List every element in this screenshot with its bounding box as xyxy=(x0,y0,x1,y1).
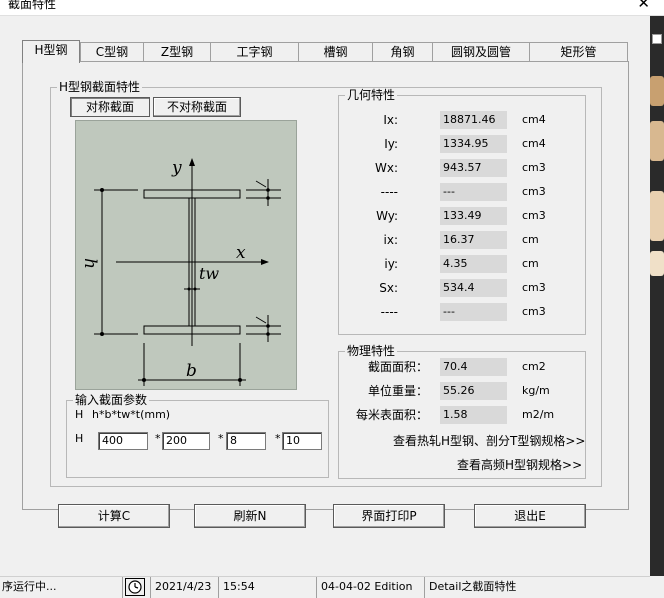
geometry-unit: cm3 xyxy=(522,185,546,198)
geometry-label: Wx: xyxy=(374,161,398,175)
physical-label: 单位重量： xyxy=(367,384,428,398)
physical-legend: 物理特性 xyxy=(345,344,398,358)
geometry-unit: cm3 xyxy=(522,209,546,222)
h-section-drawing: y x h tw b xyxy=(75,120,297,390)
separator: * xyxy=(155,432,161,445)
height-input[interactable]: 400 xyxy=(98,432,148,450)
input-hint: h*b*tw*t(mm) xyxy=(92,408,171,421)
geometry-label: ---- xyxy=(380,185,398,199)
background-image xyxy=(650,191,664,241)
geometry-value: 18871.46 xyxy=(440,111,507,129)
physical-value: 1.58 xyxy=(440,406,507,424)
checkbox-icon xyxy=(652,34,662,44)
title-bar: 截面特性 ✕ xyxy=(0,0,664,16)
clock-icon xyxy=(122,577,150,598)
status-module: Detail之截面特性 xyxy=(424,577,650,598)
b-label: b xyxy=(186,361,197,381)
physical-label: 每米表面积： xyxy=(355,408,428,422)
status-running: 序运行中... xyxy=(2,580,57,593)
input-hint-prefix: H xyxy=(75,408,84,421)
tab-channel[interactable]: 槽钢 xyxy=(298,42,372,62)
status-date: 2021/4/23 xyxy=(150,577,218,598)
tab-bar: H型钢 C型钢 Z型钢 工字钢 槽钢 角钢 圆钢及圆管 矩形管 xyxy=(22,40,628,63)
physical-unit: cm2 xyxy=(522,360,546,373)
asymmetric-section-button[interactable]: 不对称截面 xyxy=(153,97,241,117)
tab-c-steel[interactable]: C型钢 xyxy=(80,42,143,62)
geometry-unit: cm4 xyxy=(522,137,546,150)
status-bar: 序运行中... 2021/4/23 15:54 04-04-02 Edition… xyxy=(0,576,650,598)
physical-unit: kg/m xyxy=(522,384,550,397)
close-icon[interactable]: ✕ xyxy=(637,0,650,12)
exit-button[interactable]: 退出E xyxy=(474,504,586,528)
geometry-label: Iy: xyxy=(384,137,398,151)
y-axis-label: y xyxy=(171,158,182,178)
background-image xyxy=(650,121,664,161)
tab-h-steel[interactable]: H型钢 xyxy=(22,40,80,63)
geometry-unit: cm3 xyxy=(522,281,546,294)
geometry-value: 16.37 xyxy=(440,231,507,249)
geometry-label: Ix: xyxy=(383,113,398,127)
geometry-unit: cm3 xyxy=(522,161,546,174)
background-image xyxy=(650,251,664,276)
physical-label: 截面面积： xyxy=(367,360,428,374)
h-label: h xyxy=(80,258,100,269)
geometry-unit: cm xyxy=(522,233,539,246)
separator: * xyxy=(218,432,224,445)
section-legend: H型钢截面特性 xyxy=(57,80,143,94)
physical-value: 70.4 xyxy=(440,358,507,376)
physical-value: 55.26 xyxy=(440,382,507,400)
geometry-value: 1334.95 xyxy=(440,135,507,153)
status-time: 15:54 xyxy=(218,577,316,598)
separator: * xyxy=(275,432,281,445)
physical-unit: m2/m xyxy=(522,408,555,421)
tab-i-beam[interactable]: 工字钢 xyxy=(210,42,298,62)
geometry-label: ix: xyxy=(383,233,398,247)
calculate-button[interactable]: 计算C xyxy=(58,504,170,528)
geometry-unit: cm3 xyxy=(522,305,546,318)
hot-rolled-spec-link[interactable]: 查看热轧H型钢、剖分T型钢规格>> xyxy=(393,432,585,449)
geometry-value: 4.35 xyxy=(440,255,507,273)
geometry-value: 133.49 xyxy=(440,207,507,225)
input-row-prefix: H xyxy=(75,432,84,445)
web-thickness-input[interactable]: 8 xyxy=(226,432,266,450)
geometry-value: 943.57 xyxy=(440,159,507,177)
geometry-label: iy: xyxy=(384,257,398,271)
print-button[interactable]: 界面打印P xyxy=(333,504,445,528)
window-title: 截面特性 xyxy=(8,0,57,11)
tab-rect-tube[interactable]: 矩形管 xyxy=(529,42,628,62)
geometry-value: --- xyxy=(440,183,507,201)
geometry-value: --- xyxy=(440,303,507,321)
background-window-strip xyxy=(650,16,664,576)
geometry-value: 534.4 xyxy=(440,279,507,297)
geometry-unit: cm xyxy=(522,257,539,270)
background-image xyxy=(650,76,664,106)
status-edition: 04-04-02 Edition xyxy=(316,577,424,598)
geometry-label: ---- xyxy=(380,305,398,319)
width-input[interactable]: 200 xyxy=(162,432,210,450)
tab-z-steel[interactable]: Z型钢 xyxy=(143,42,210,62)
geometry-label: Wy: xyxy=(376,209,398,223)
geometry-legend: 几何特性 xyxy=(345,88,398,102)
flange-thickness-input[interactable]: 10 xyxy=(282,432,322,450)
input-legend: 输入截面参数 xyxy=(73,393,150,407)
symmetric-section-button[interactable]: 对称截面 xyxy=(70,97,150,117)
tw-label: tw xyxy=(199,264,219,283)
h-section-svg: y x h tw b xyxy=(80,158,281,386)
tab-round-pipe[interactable]: 圆钢及圆管 xyxy=(432,42,529,62)
x-axis-label: x xyxy=(236,243,246,263)
high-freq-spec-link[interactable]: 查看高频H型钢规格>> xyxy=(457,456,582,473)
geometry-label: Sx: xyxy=(379,281,398,295)
tab-angle[interactable]: 角钢 xyxy=(372,42,432,62)
geometry-unit: cm4 xyxy=(522,113,546,126)
refresh-button[interactable]: 刷新N xyxy=(194,504,306,528)
